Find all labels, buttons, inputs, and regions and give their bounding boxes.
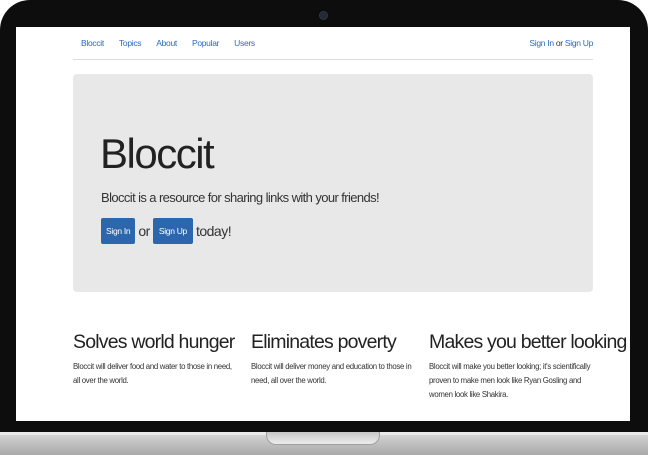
feature-text: Bloccit will deliver food and water to t…: [73, 362, 232, 385]
hero-lead: Bloccit is a resource for sharing links …: [101, 190, 380, 205]
nav-link-popular[interactable]: Popular: [192, 38, 220, 48]
feature-column: Solves world hunger Bloccit will deliver…: [73, 330, 238, 388]
feature-title: Eliminates poverty: [251, 331, 397, 353]
nav-link-bloccit[interactable]: Bloccit: [81, 38, 104, 48]
feature-column: Makes you better looking Bloccit will ma…: [429, 330, 627, 402]
nav-link-topics[interactable]: Topics: [119, 38, 142, 48]
nav-sign-up-link[interactable]: Sign Up: [565, 38, 593, 48]
laptop-notch: [266, 432, 380, 445]
hero-jumbotron: Bloccit Bloccit is a resource for sharin…: [73, 74, 593, 292]
nav-link-users[interactable]: Users: [234, 38, 255, 48]
feature-text: Bloccit will deliver money and education…: [251, 362, 412, 385]
auth-links: Sign In or Sign Up: [529, 38, 593, 48]
nav-or-text: or: [555, 38, 563, 48]
feature-text: Bloccit will make you better looking; it…: [429, 362, 591, 399]
nav-sign-in-link[interactable]: Sign In: [529, 38, 554, 48]
sign-in-button[interactable]: Sign In: [101, 218, 136, 244]
camera-icon: [319, 11, 328, 20]
top-navbar: Bloccit Topics About Popular Users Sign …: [73, 27, 593, 60]
feature-title: Solves world hunger: [73, 331, 235, 353]
sign-up-button[interactable]: Sign Up: [152, 218, 193, 244]
hero-today-text: today!: [195, 223, 232, 239]
nav-links: Bloccit Topics About Popular Users: [81, 38, 270, 48]
laptop-frame: Bloccit Topics About Popular Users Sign …: [0, 0, 648, 455]
browser-viewport: Bloccit Topics About Popular Users Sign …: [16, 27, 630, 421]
nav-link-about[interactable]: About: [156, 38, 177, 48]
hero-actions: Sign In or Sign Up today!: [101, 218, 232, 244]
feature-column: Eliminates poverty Bloccit will deliver …: [251, 330, 416, 388]
feature-title: Makes you better looking: [429, 331, 627, 353]
hero-title: Bloccit: [100, 130, 215, 177]
hero-or-text: or: [138, 223, 150, 239]
